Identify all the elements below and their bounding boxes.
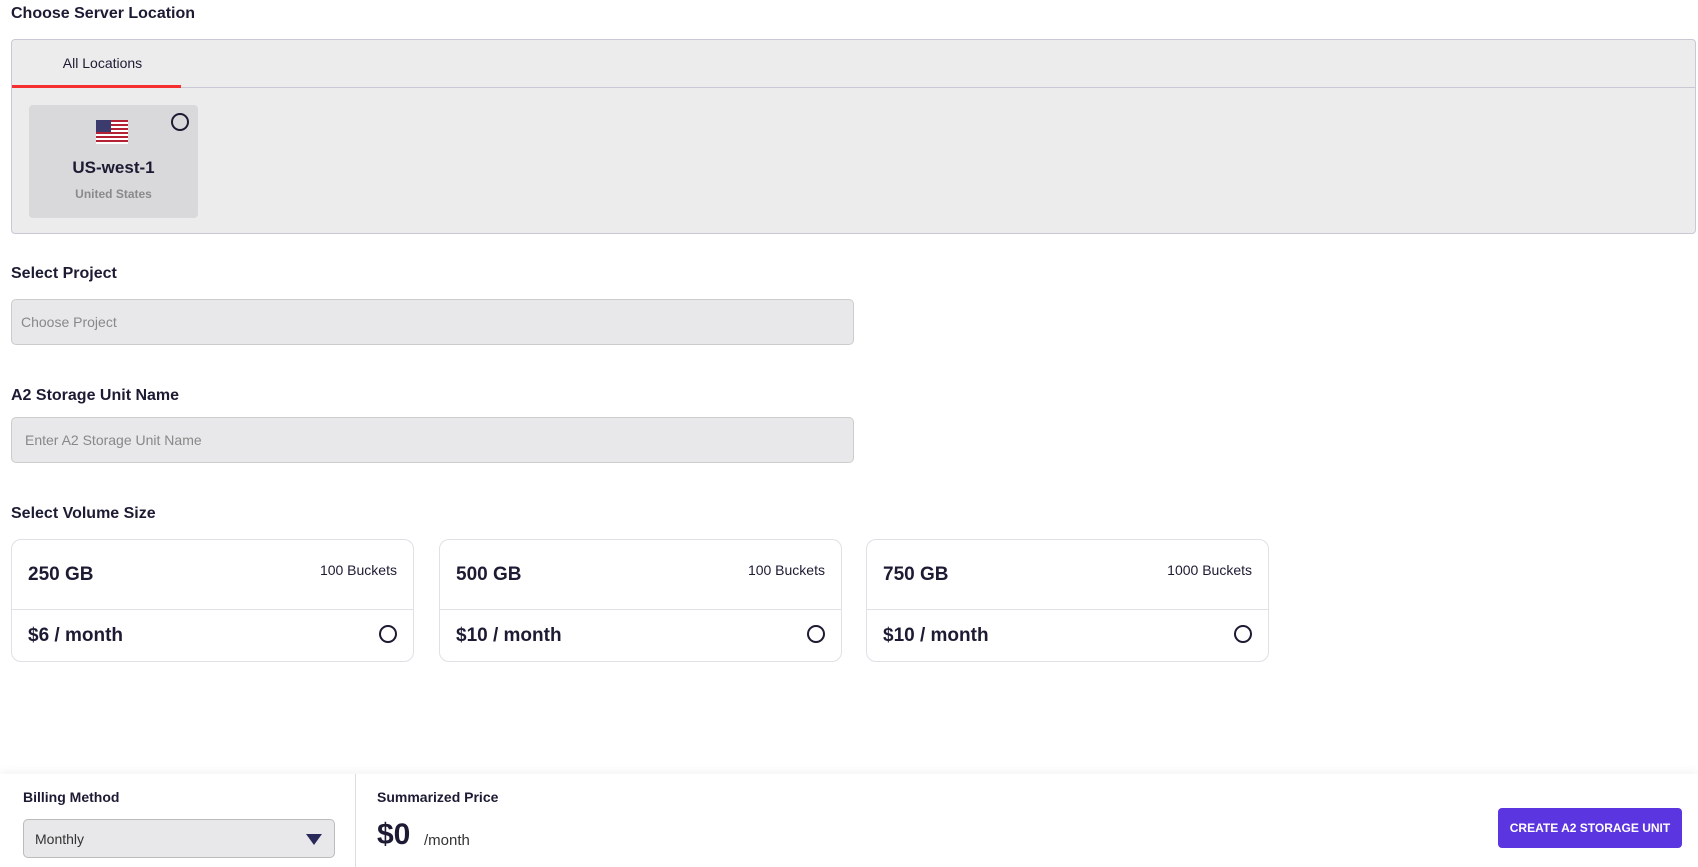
- volume-option-750gb[interactable]: 750 GB 1000 Buckets $10 / month: [866, 539, 1269, 662]
- volume-buckets: 100 Buckets: [319, 562, 397, 578]
- name-label: A2 Storage Unit Name: [11, 387, 180, 404]
- price-label: Summarized Price: [377, 789, 499, 805]
- volume-option-250gb[interactable]: 250 GB 100 Buckets $6 / month: [11, 539, 414, 662]
- location-tabs: All Locations: [12, 40, 1695, 88]
- volume-radio[interactable]: [1234, 625, 1252, 643]
- volume-buckets: 1000 Buckets: [1167, 562, 1252, 578]
- footer-bar: Billing Method Monthly Summarized Price …: [0, 774, 1698, 867]
- volume-radio[interactable]: [807, 625, 825, 643]
- footer-divider: [355, 774, 356, 867]
- name-placeholder: Enter A2 Storage Unit Name: [25, 432, 202, 448]
- volume-size: 500 GB: [456, 564, 522, 585]
- location-radio[interactable]: [171, 113, 189, 131]
- billing-value: Monthly: [35, 830, 85, 847]
- location-name: US-west-1: [72, 158, 155, 177]
- volume-price: $10 / month: [883, 625, 989, 646]
- volume-size: 750 GB: [883, 564, 949, 585]
- volume-option-500gb[interactable]: 500 GB 100 Buckets $10 / month: [439, 539, 842, 662]
- volume-size: 250 GB: [28, 564, 94, 585]
- project-select[interactable]: Choose Project: [11, 299, 854, 345]
- volume-buckets: 100 Buckets: [747, 562, 825, 578]
- price-unit: /month: [424, 832, 470, 849]
- us-flag-icon: [96, 120, 128, 144]
- volume-label: Select Volume Size: [11, 505, 156, 522]
- location-card-us-west-1[interactable]: US-west-1 United States: [29, 105, 198, 218]
- tab-all-locations[interactable]: All Locations: [12, 40, 181, 88]
- location-heading: Choose Server Location: [11, 5, 196, 22]
- dropdown-arrow-icon: [306, 834, 322, 845]
- project-placeholder: Choose Project: [21, 314, 117, 330]
- summarized-price: $0: [377, 818, 411, 851]
- volume-radio[interactable]: [379, 625, 397, 643]
- volume-price: $6 / month: [28, 625, 124, 646]
- project-label: Select Project: [11, 265, 117, 282]
- create-storage-unit-button[interactable]: CREATE A2 STORAGE UNIT: [1498, 808, 1682, 848]
- location-country: United States: [75, 187, 152, 201]
- location-panel: All Locations US-west-1 United States: [11, 39, 1696, 234]
- volume-price: $10 / month: [456, 625, 562, 646]
- billing-method-select[interactable]: Monthly: [23, 819, 335, 858]
- billing-label: Billing Method: [23, 789, 120, 805]
- name-input[interactable]: Enter A2 Storage Unit Name: [11, 417, 854, 463]
